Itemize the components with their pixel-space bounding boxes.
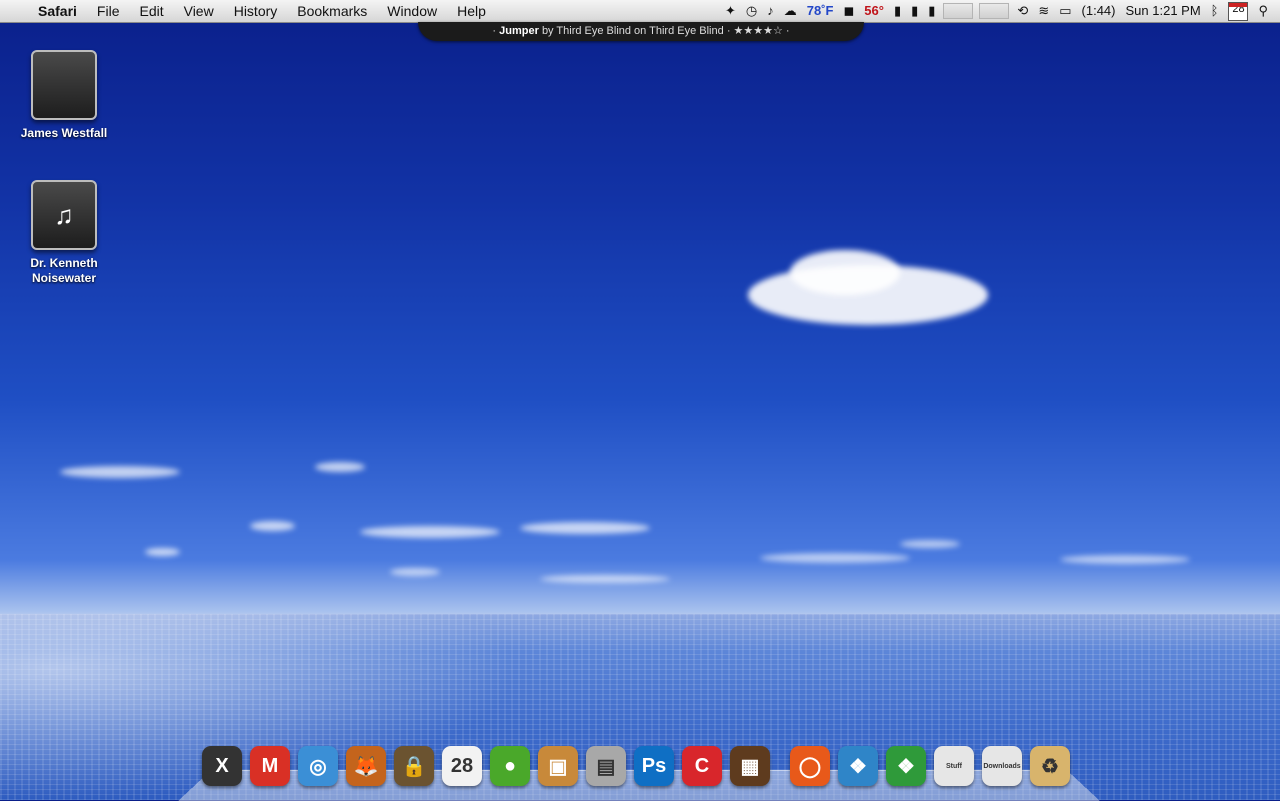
calendar-icon[interactable]: 28 bbox=[1228, 1, 1249, 21]
desktop-icon-label: Dr. Kenneth Noisewater bbox=[30, 256, 98, 285]
desktop-drive-james-westfall[interactable]: James Westfall bbox=[9, 50, 119, 141]
crossover-icon[interactable]: X bbox=[202, 746, 242, 786]
itunes-note-icon[interactable]: ♪ bbox=[767, 0, 774, 22]
stuff-folder-icon[interactable]: Stuff bbox=[934, 746, 974, 786]
sleep-icon[interactable]: ◼ bbox=[843, 0, 854, 22]
cloud-small bbox=[900, 540, 960, 548]
cloud-small bbox=[520, 522, 650, 534]
photoshop-icon[interactable]: Ps bbox=[634, 746, 674, 786]
cloud-small bbox=[315, 462, 365, 472]
song-title: Jumper bbox=[499, 25, 539, 37]
status-area: ✦ ◷ ♪ ☁ 78˚F ◼ 56° ▮ ▮ ▮ ⟲ ≋ ▭ (1:44) Su… bbox=[720, 0, 1280, 22]
song-artist-album: by Third Eye Blind on Third Eye Blind bbox=[541, 25, 724, 37]
wifi-icon[interactable]: ≋ bbox=[1038, 0, 1049, 22]
cloud-small bbox=[60, 466, 180, 478]
downloads-folder-icon[interactable]: Downloads bbox=[982, 746, 1022, 786]
menu-bar: Safari File Edit View History Bookmarks … bbox=[0, 0, 1280, 23]
cloud-small bbox=[250, 521, 295, 531]
menu-bookmarks[interactable]: Bookmarks bbox=[287, 0, 377, 22]
ubuntu-icon[interactable]: ◯ bbox=[790, 746, 830, 786]
weather-temperature[interactable]: 78˚F bbox=[807, 0, 834, 22]
cpu-temperature[interactable]: 56° bbox=[864, 0, 884, 22]
separator-dot: · bbox=[785, 25, 790, 37]
menu-window[interactable]: Window bbox=[377, 0, 447, 22]
cloud-small bbox=[390, 568, 440, 576]
cpu-meter-icon[interactable]: ▮ bbox=[928, 0, 935, 22]
menu-edit[interactable]: Edit bbox=[129, 0, 173, 22]
activity-meter[interactable] bbox=[979, 3, 1010, 19]
spotlight-search-icon[interactable]: ⚲ bbox=[1258, 0, 1268, 22]
cloud-small bbox=[1060, 555, 1190, 564]
cloud-small bbox=[540, 575, 670, 583]
utility-icon[interactable]: ▤ bbox=[586, 746, 626, 786]
menu-history[interactable]: History bbox=[224, 0, 288, 22]
gmail-icon[interactable]: M bbox=[250, 746, 290, 786]
now-playing-bar[interactable]: · Jumper by Third Eye Blind on Third Eye… bbox=[418, 22, 864, 41]
cloud-small bbox=[760, 553, 910, 563]
bookcase-icon[interactable]: ▦ bbox=[730, 746, 770, 786]
dock: X M ◎ 🦊 🔒 28 ● ▣ ▤ Ps C ▦ ◯ ❖ ❖ Stuff Downloads ♻ bbox=[198, 738, 1074, 786]
safari-icon[interactable]: ◎ bbox=[298, 746, 338, 786]
bluetooth-icon[interactable]: ᛒ bbox=[1211, 0, 1219, 22]
battery-time[interactable]: (1:44) bbox=[1082, 0, 1116, 22]
network-meter[interactable] bbox=[943, 3, 974, 19]
apple-drive-icon[interactable] bbox=[31, 50, 97, 120]
song-rating[interactable]: ★★★★☆ bbox=[734, 25, 783, 37]
clock[interactable]: Sun 1:21 PM bbox=[1126, 0, 1201, 22]
firefox-icon[interactable]: 🦊 bbox=[346, 746, 386, 786]
ical-icon[interactable]: 28 bbox=[442, 746, 482, 786]
music-drive-icon[interactable]: ♫ bbox=[31, 180, 97, 250]
cornerstone-icon[interactable]: C bbox=[682, 746, 722, 786]
time-machine-icon[interactable]: ◷ bbox=[746, 0, 757, 22]
separator-dot: · bbox=[726, 25, 734, 37]
memory-meter-icon[interactable]: ▮ bbox=[911, 0, 918, 22]
trash-icon[interactable]: ♻ bbox=[1030, 746, 1070, 786]
menu-file[interactable]: File bbox=[87, 0, 130, 22]
time-machine-history-icon[interactable]: ⟲ bbox=[1017, 0, 1028, 22]
windows-xp-icon[interactable]: ❖ bbox=[886, 746, 926, 786]
dropbox-icon[interactable]: ✦ bbox=[725, 0, 736, 22]
iphoto-icon[interactable]: ▣ bbox=[538, 746, 578, 786]
adium-duck-icon[interactable]: ● bbox=[490, 746, 530, 786]
desktop-icon-label: James Westfall bbox=[20, 126, 108, 140]
menu-view[interactable]: View bbox=[174, 0, 224, 22]
weather-icon[interactable]: ☁ bbox=[784, 0, 797, 22]
app-menu[interactable]: Safari bbox=[28, 0, 87, 22]
padlock-icon[interactable]: 🔒 bbox=[394, 746, 434, 786]
menu-help[interactable]: Help bbox=[447, 0, 496, 22]
desktop-drive-kenneth-noisewater[interactable]: ♫ Dr. Kenneth Noisewater bbox=[9, 180, 119, 286]
disk-meter-icon[interactable]: ▮ bbox=[894, 0, 901, 22]
windows-vista-icon[interactable]: ❖ bbox=[838, 746, 878, 786]
cloud-large-top bbox=[790, 250, 900, 295]
cloud-small bbox=[360, 526, 500, 538]
cloud-small bbox=[145, 548, 180, 556]
battery-icon[interactable]: ▭ bbox=[1059, 0, 1071, 22]
